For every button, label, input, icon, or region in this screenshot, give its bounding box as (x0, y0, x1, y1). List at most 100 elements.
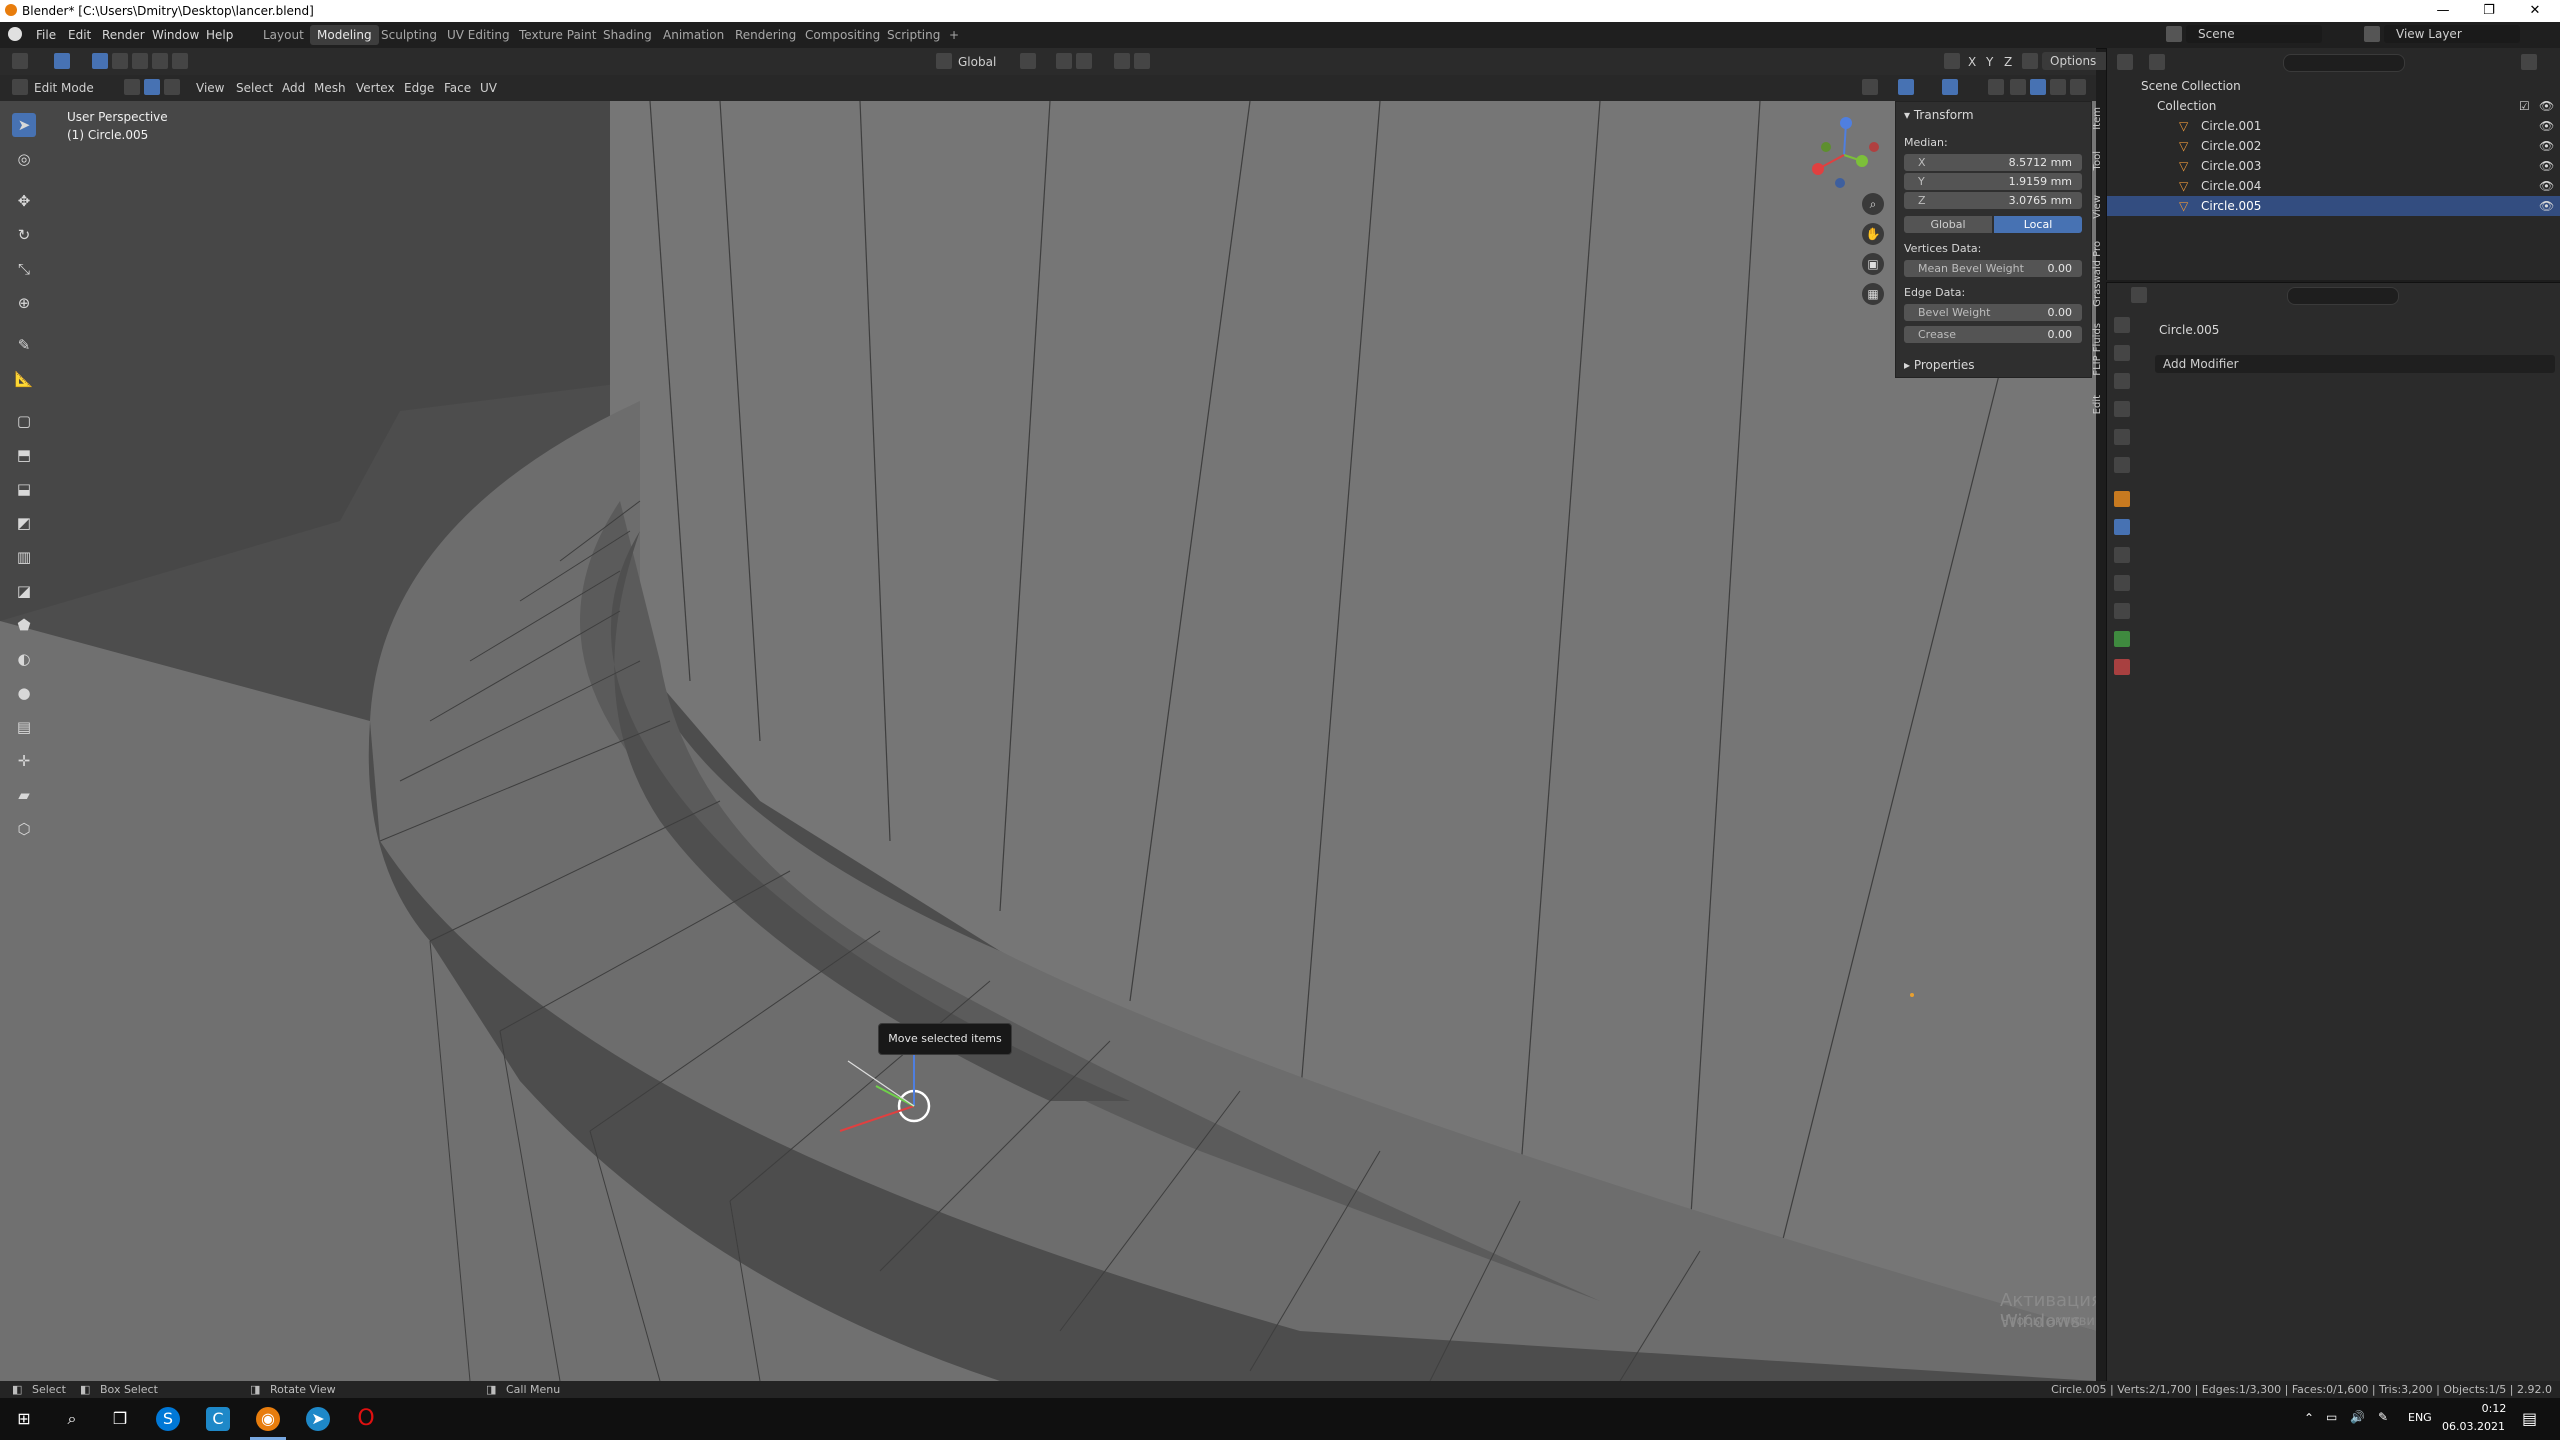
3d-viewport[interactable]: User Perspective (1) Circle.005 ⌕ ✋ ▣ ▦ … (0, 101, 2096, 1381)
sidebar-tab-tool[interactable]: Tool (2092, 151, 2103, 170)
checkbox-icon[interactable]: ☑ (2519, 99, 2530, 113)
falloff-icon[interactable] (1134, 53, 1150, 69)
scene-properties-icon[interactable] (2114, 429, 2130, 445)
eye-icon[interactable]: 👁 (2539, 159, 2554, 173)
mode-new-icon[interactable] (92, 53, 108, 69)
world-properties-icon[interactable] (2114, 457, 2130, 473)
outliner-collection[interactable]: Collection ☑ 👁 (2107, 96, 2560, 116)
tab-modeling[interactable]: Modeling (310, 25, 379, 45)
menu-uv[interactable]: UV (480, 79, 497, 97)
properties-editor-icon[interactable] (2131, 287, 2147, 303)
mode-extend-icon[interactable] (112, 53, 128, 69)
object-properties-icon[interactable] (2114, 491, 2130, 507)
visibility-icon[interactable] (1862, 79, 1878, 95)
tool-shear[interactable]: ▰ (12, 783, 36, 807)
proportional-edit-icon[interactable] (1114, 53, 1130, 69)
view-layer-icon[interactable] (2364, 26, 2380, 42)
tool-cursor[interactable]: ◎ (12, 147, 36, 171)
pan-hand-icon[interactable]: ✋ (1862, 223, 1884, 245)
render-properties-icon[interactable] (2114, 345, 2130, 361)
menu-face[interactable]: Face (444, 79, 471, 97)
outliner-object-row[interactable]: ▽ Circle.002 👁 (2107, 136, 2560, 156)
minimize-button[interactable]: — (2420, 0, 2466, 22)
select-box-icon[interactable] (54, 53, 70, 69)
opera-icon[interactable]: O (354, 1407, 378, 1431)
filter-icon[interactable] (2521, 54, 2537, 70)
sidebar-tab-graswald[interactable]: Graswald Pro (2092, 241, 2103, 307)
view-layer-properties-icon[interactable] (2114, 401, 2130, 417)
view-layer-selector[interactable]: View Layer (2384, 25, 2520, 43)
tool-properties-icon[interactable] (2114, 317, 2130, 333)
crease-field[interactable]: Crease 0.00 (1904, 326, 2082, 343)
median-y-field[interactable]: Y 1.9159 mm (1904, 173, 2082, 190)
tab-shading[interactable]: Shading (596, 25, 659, 45)
auto-merge-icon[interactable] (2022, 53, 2038, 69)
transform-orientation-value[interactable]: Global (958, 53, 996, 71)
ccleaner-icon[interactable]: C (206, 1407, 230, 1431)
sidebar-tab-item[interactable]: Item (2092, 107, 2103, 130)
tool-shrink-fatten[interactable]: ✛ (12, 749, 36, 773)
outliner-search-input[interactable] (2283, 54, 2405, 72)
tray-chevron-icon[interactable]: ⌃ (2304, 1411, 2314, 1425)
search-icon[interactable]: ⌕ (60, 1407, 84, 1431)
menu-edge[interactable]: Edge (404, 79, 434, 97)
tool-bevel[interactable]: ◩ (12, 511, 36, 535)
sidebar-tab-view[interactable]: View (2092, 195, 2103, 219)
add-workspace-button[interactable]: + (942, 25, 966, 45)
tool-edge-slide[interactable]: ▤ (12, 715, 36, 739)
perspective-grid-icon[interactable]: ▦ (1862, 283, 1884, 305)
speaker-icon[interactable]: 🔊 (2350, 1410, 2365, 1424)
tab-uv-editing[interactable]: UV Editing (440, 25, 517, 45)
add-modifier-button[interactable]: Add Modifier (2155, 355, 2555, 373)
gizmo-icon[interactable] (1898, 79, 1914, 95)
constraints-icon[interactable] (2114, 603, 2130, 619)
sidebar-tab-edit[interactable]: Edit (2092, 395, 2103, 414)
telegram-icon[interactable]: ➤ (306, 1407, 330, 1431)
mesh-data-icon[interactable] (2114, 631, 2130, 647)
median-z-field[interactable]: Z 3.0765 mm (1904, 192, 2082, 209)
mirror-icon[interactable] (1944, 53, 1960, 69)
mode-subtract-icon[interactable] (132, 53, 148, 69)
tool-rotate[interactable]: ↻ (12, 223, 36, 247)
tool-poly-build[interactable]: ⬟ (12, 613, 36, 637)
particles-icon[interactable] (2114, 547, 2130, 563)
close-button[interactable]: ✕ (2512, 0, 2558, 22)
snap-icon[interactable] (1056, 53, 1072, 69)
properties-header[interactable]: ▸ Properties (1904, 358, 1975, 372)
task-view-icon[interactable]: ❒ (108, 1407, 132, 1431)
tool-knife[interactable]: ◪ (12, 579, 36, 603)
properties-search-input[interactable] (2287, 287, 2399, 305)
overlay-icon[interactable] (1942, 79, 1958, 95)
menu-vertex[interactable]: Vertex (356, 79, 395, 97)
tab-sculpting[interactable]: Sculpting (374, 25, 444, 45)
display-mode-icon[interactable] (2149, 54, 2165, 70)
wireframe-shading-icon[interactable] (2010, 79, 2026, 95)
tab-compositing[interactable]: Compositing (798, 25, 887, 45)
rendered-shading-icon[interactable] (2070, 79, 2086, 95)
options-dropdown[interactable]: Options (2042, 52, 2108, 70)
windows-start-icon[interactable]: ⊞ (12, 1407, 36, 1431)
editor-type-icon[interactable] (12, 53, 28, 69)
tool-move[interactable]: ✥ (12, 189, 36, 213)
outliner-object-row-selected[interactable]: ▽ Circle.005 👁 (2107, 196, 2560, 216)
scene-selector[interactable]: Scene (2186, 25, 2322, 43)
blender-taskbar-icon[interactable]: ◉ (256, 1407, 280, 1431)
scene-icon[interactable] (2166, 26, 2182, 42)
clock-time[interactable]: 0:12 (2464, 1402, 2524, 1415)
tab-animation[interactable]: Animation (656, 25, 731, 45)
outliner-editor-icon[interactable] (2117, 54, 2133, 70)
tab-rendering[interactable]: Rendering (728, 25, 803, 45)
clock-date[interactable]: 06.03.2021 (2442, 1420, 2505, 1433)
snap-target-icon[interactable] (1076, 53, 1092, 69)
tool-annotate[interactable]: ✎ (12, 333, 36, 357)
network-icon[interactable]: ▭ (2326, 1410, 2337, 1424)
tool-select-box[interactable]: ➤ (12, 113, 36, 137)
output-properties-icon[interactable] (2114, 373, 2130, 389)
eye-icon[interactable]: 👁 (2539, 139, 2554, 153)
outliner-object-row[interactable]: ▽ Circle.001 👁 (2107, 116, 2560, 136)
transform-header[interactable]: ▾ Transform (1904, 108, 1974, 122)
menu-edit[interactable]: Edit (68, 28, 91, 42)
menu-render[interactable]: Render (102, 28, 145, 42)
zoom-icon[interactable]: ⌕ (1862, 193, 1884, 215)
median-x-field[interactable]: X 8.5712 mm (1904, 154, 2082, 171)
